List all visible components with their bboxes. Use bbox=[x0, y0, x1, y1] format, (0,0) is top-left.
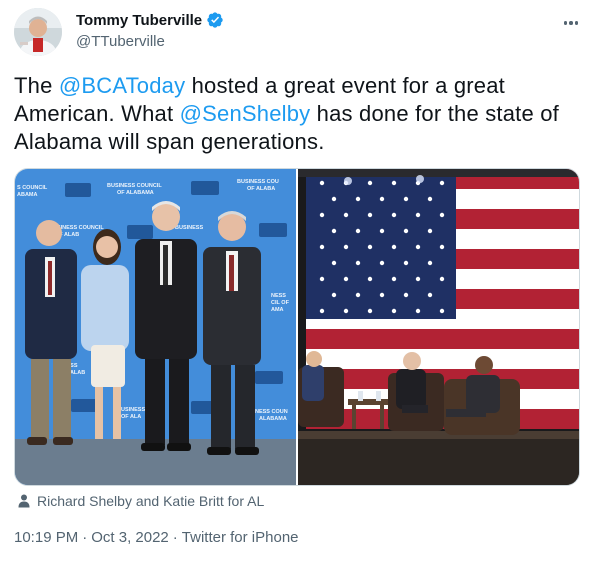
separator: · bbox=[172, 529, 178, 546]
svg-text:ALABAMA: ALABAMA bbox=[259, 416, 287, 422]
svg-text:BUSINESS: BUSINESS bbox=[175, 225, 203, 231]
svg-text:BUSINESS: BUSINESS bbox=[117, 407, 145, 413]
tweet-source[interactable]: Twitter for iPhone bbox=[182, 529, 299, 546]
mention-link-bcatoday[interactable]: @BCAToday bbox=[59, 73, 185, 98]
svg-text:NESS COUN: NESS COUN bbox=[255, 409, 288, 415]
svg-text:S COUNCIL: S COUNCIL bbox=[17, 185, 48, 191]
tweet-text-segment: The bbox=[14, 73, 59, 98]
svg-text:OF ALA: OF ALA bbox=[121, 414, 141, 420]
more-options-icon[interactable] bbox=[560, 12, 582, 34]
tweet: Tommy Tuberville @TTuberville The @BCATo… bbox=[0, 0, 597, 564]
svg-text:OF ALABAMA: OF ALABAMA bbox=[117, 190, 154, 196]
avatar[interactable] bbox=[14, 8, 62, 56]
svg-text:AMA: AMA bbox=[271, 307, 284, 313]
author-name-row[interactable]: Tommy Tuberville bbox=[76, 11, 224, 29]
svg-text:BUSINESS COUNCIL: BUSINESS COUNCIL bbox=[107, 183, 162, 189]
photo-stage-flag[interactable] bbox=[298, 169, 579, 485]
svg-text:BUSINESS COU: BUSINESS COU bbox=[237, 179, 279, 185]
tagged-people-label[interactable]: Richard Shelby and Katie Britt for AL bbox=[37, 493, 264, 509]
tweet-date[interactable]: Oct 3, 2022 bbox=[91, 529, 169, 546]
display-name[interactable]: Tommy Tuberville bbox=[76, 12, 202, 29]
svg-text:ABAMA: ABAMA bbox=[17, 192, 37, 198]
svg-text:OF ALABA: OF ALABA bbox=[247, 186, 275, 192]
media-grid: S COUNCIL ABAMA BUSINESS COUNCIL OF ALABAM… bbox=[14, 168, 580, 486]
tweet-text: The @BCAToday hosted a great event for a… bbox=[14, 72, 584, 156]
avatar-image bbox=[14, 8, 62, 56]
tagged-people[interactable]: Richard Shelby and Katie Britt for AL bbox=[18, 493, 264, 509]
svg-text:CIL OF: CIL OF bbox=[271, 300, 290, 306]
verified-badge-icon bbox=[206, 11, 224, 29]
mention-link-senshelby[interactable]: @SenShelby bbox=[180, 101, 311, 126]
tweet-metadata: 10:19 PM · Oct 3, 2022 · Twitter for iPh… bbox=[14, 529, 299, 546]
svg-text:NESS: NESS bbox=[271, 293, 286, 299]
separator: · bbox=[82, 529, 88, 546]
tweet-time[interactable]: 10:19 PM bbox=[14, 529, 78, 546]
author-handle[interactable]: @TTuberville bbox=[76, 33, 165, 50]
person-icon bbox=[18, 494, 30, 508]
photo-group-portrait[interactable]: S COUNCIL ABAMA BUSINESS COUNCIL OF ALABAM… bbox=[15, 169, 296, 485]
